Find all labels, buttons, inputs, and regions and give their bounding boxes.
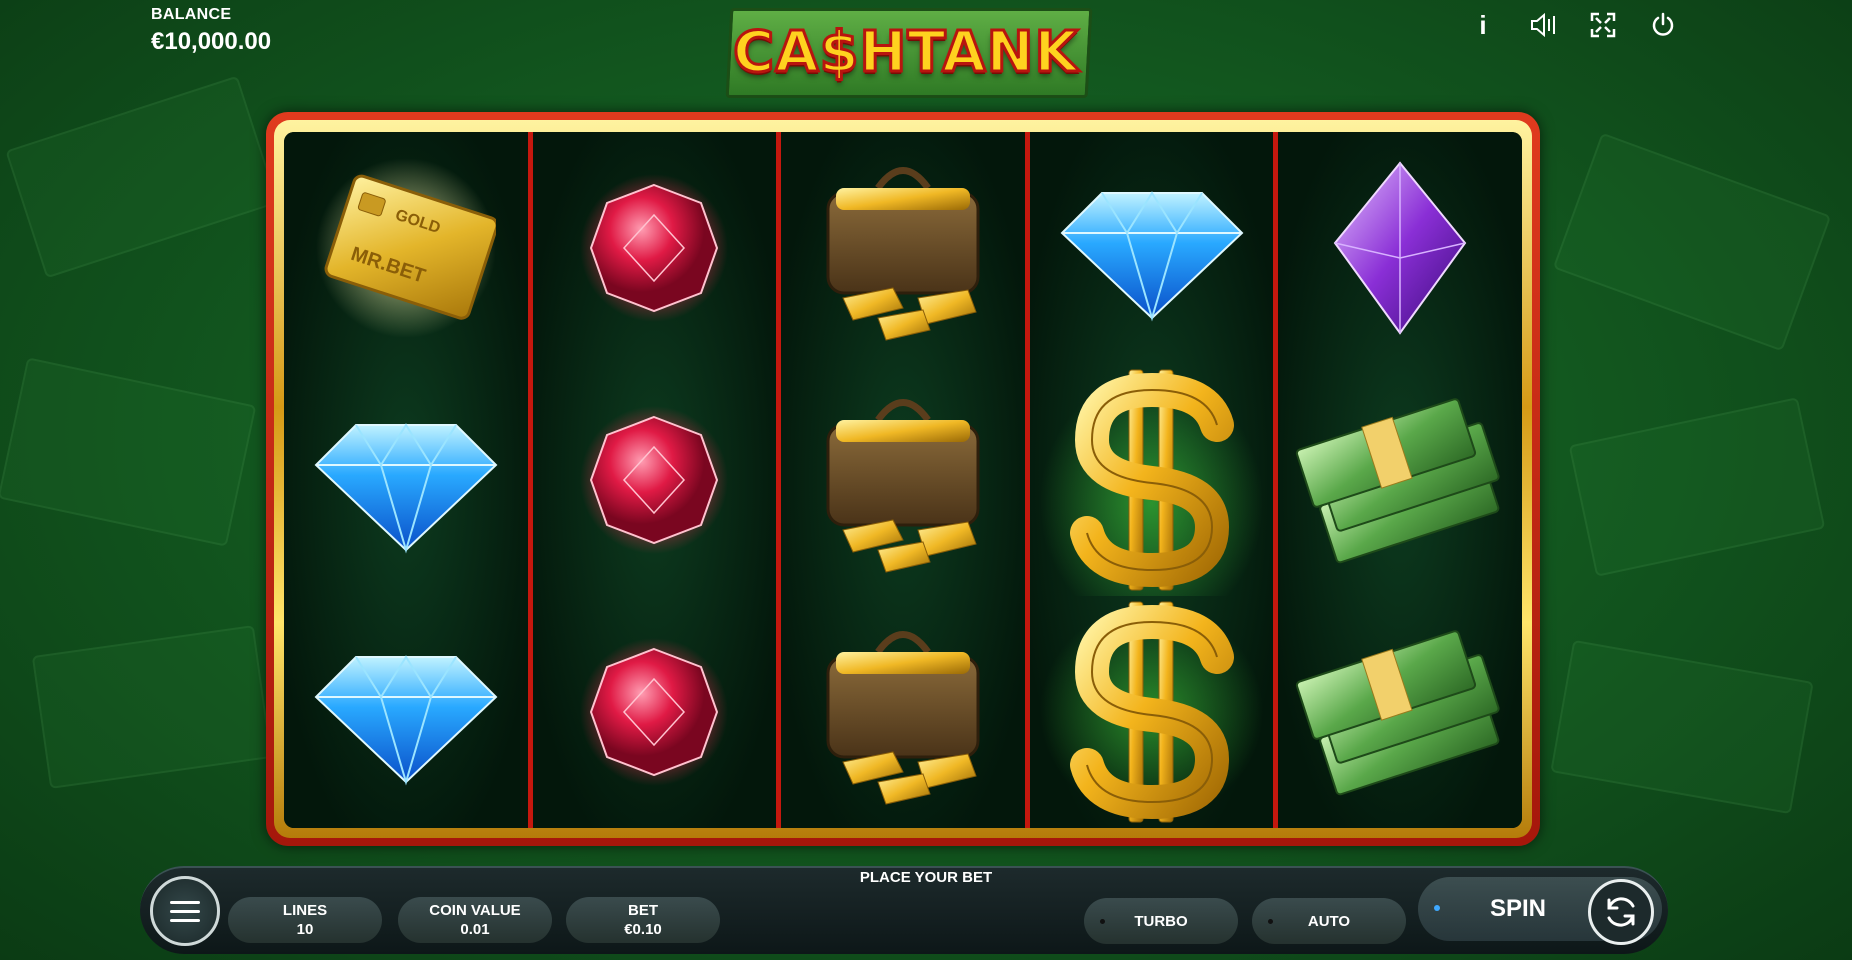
spin-button[interactable]: SPIN bbox=[1418, 877, 1662, 945]
money-bag-symbol bbox=[826, 167, 980, 341]
logo-text: CA$HTANK bbox=[732, 19, 1080, 87]
reel-5 bbox=[1278, 132, 1522, 828]
reel-1: GOLD MR.BET bbox=[284, 132, 533, 828]
menu-button[interactable] bbox=[150, 876, 220, 946]
spin-label: SPIN bbox=[1490, 895, 1547, 922]
sound-icon[interactable] bbox=[1524, 6, 1562, 44]
reel-cell bbox=[1278, 132, 1522, 364]
reels: GOLD MR.BET bbox=[284, 132, 1522, 828]
lines-selector[interactable]: LINES 10 bbox=[228, 897, 382, 943]
fullscreen-icon[interactable] bbox=[1584, 6, 1622, 44]
red-ruby-symbol bbox=[580, 638, 729, 786]
reel-cell bbox=[533, 364, 777, 596]
reel-cell bbox=[781, 596, 1025, 828]
money-bag-symbol bbox=[826, 399, 980, 573]
turbo-indicator bbox=[1100, 919, 1105, 924]
dollar-sign-symbol bbox=[1069, 601, 1234, 823]
background-banknote bbox=[0, 357, 257, 547]
background-banknote bbox=[5, 75, 279, 279]
reel-cell bbox=[781, 364, 1025, 596]
bet-value: €0.10 bbox=[624, 921, 662, 938]
power-icon[interactable] bbox=[1644, 6, 1682, 44]
blue-diamond-symbol bbox=[314, 423, 498, 554]
coin-value-selector[interactable]: COIN VALUE 0.01 bbox=[398, 897, 552, 943]
reel-cell bbox=[1030, 132, 1274, 364]
reel-cell bbox=[284, 364, 528, 596]
red-ruby-symbol bbox=[580, 174, 729, 322]
reels-frame: GOLD MR.BET bbox=[266, 112, 1540, 846]
top-toolbar: i bbox=[1464, 6, 1682, 44]
spin-refresh-icon[interactable] bbox=[1588, 879, 1654, 945]
reel-2 bbox=[532, 132, 782, 828]
gold-card-symbol: GOLD MR.BET bbox=[315, 158, 496, 338]
menu-icon-bar bbox=[170, 909, 200, 913]
reel-cell bbox=[533, 596, 777, 828]
reel-cell bbox=[1278, 364, 1522, 596]
reel-cell: GOLD MR.BET bbox=[284, 132, 528, 364]
coin-value-label: COIN VALUE bbox=[429, 902, 521, 919]
reel-cell bbox=[533, 132, 777, 364]
dollar-sign-symbol bbox=[1069, 369, 1234, 591]
background-banknote bbox=[1550, 639, 1814, 815]
reel-4 bbox=[1029, 132, 1279, 828]
reel-cell bbox=[1278, 596, 1522, 828]
red-ruby-symbol bbox=[580, 406, 729, 554]
lines-label: LINES bbox=[282, 902, 328, 919]
money-bag-symbol bbox=[826, 631, 980, 805]
reel-cell bbox=[284, 596, 528, 828]
reel-cell bbox=[1029, 596, 1274, 828]
game-logo: CA$HTANK bbox=[718, 0, 1094, 100]
auto-label: AUTO bbox=[1307, 912, 1351, 930]
cash-stack-symbol bbox=[1296, 630, 1500, 796]
lines-value: 10 bbox=[296, 921, 314, 938]
reel-cell bbox=[781, 132, 1025, 364]
blue-diamond-symbol bbox=[1060, 191, 1244, 322]
menu-icon bbox=[170, 900, 200, 904]
turbo-toggle[interactable]: TURBO bbox=[1084, 898, 1238, 944]
balance-value: €10,000.00 bbox=[151, 28, 272, 55]
coin-value-value: 0.01 bbox=[460, 921, 490, 938]
bet-label: BET bbox=[628, 902, 658, 919]
menu-icon-bar bbox=[170, 918, 200, 922]
background-banknote bbox=[31, 625, 273, 789]
info-icon[interactable]: i bbox=[1464, 6, 1502, 44]
cash-stack-symbol bbox=[1296, 398, 1500, 564]
background-banknote bbox=[1552, 132, 1832, 352]
turbo-label: TURBO bbox=[1134, 912, 1188, 930]
auto-toggle[interactable]: AUTO bbox=[1252, 898, 1406, 944]
purple-gem-symbol bbox=[1333, 161, 1467, 335]
reel-cell bbox=[1029, 364, 1274, 596]
balance-label: BALANCE bbox=[151, 6, 232, 23]
bet-selector[interactable]: BET €0.10 bbox=[566, 897, 720, 943]
spin-indicator bbox=[1434, 905, 1440, 911]
balance-display: BALANCE €10,000.00 bbox=[151, 6, 271, 56]
blue-diamond-symbol bbox=[314, 655, 498, 786]
reel-3 bbox=[781, 132, 1030, 828]
auto-indicator bbox=[1268, 919, 1273, 924]
background-banknote bbox=[1568, 397, 1826, 577]
